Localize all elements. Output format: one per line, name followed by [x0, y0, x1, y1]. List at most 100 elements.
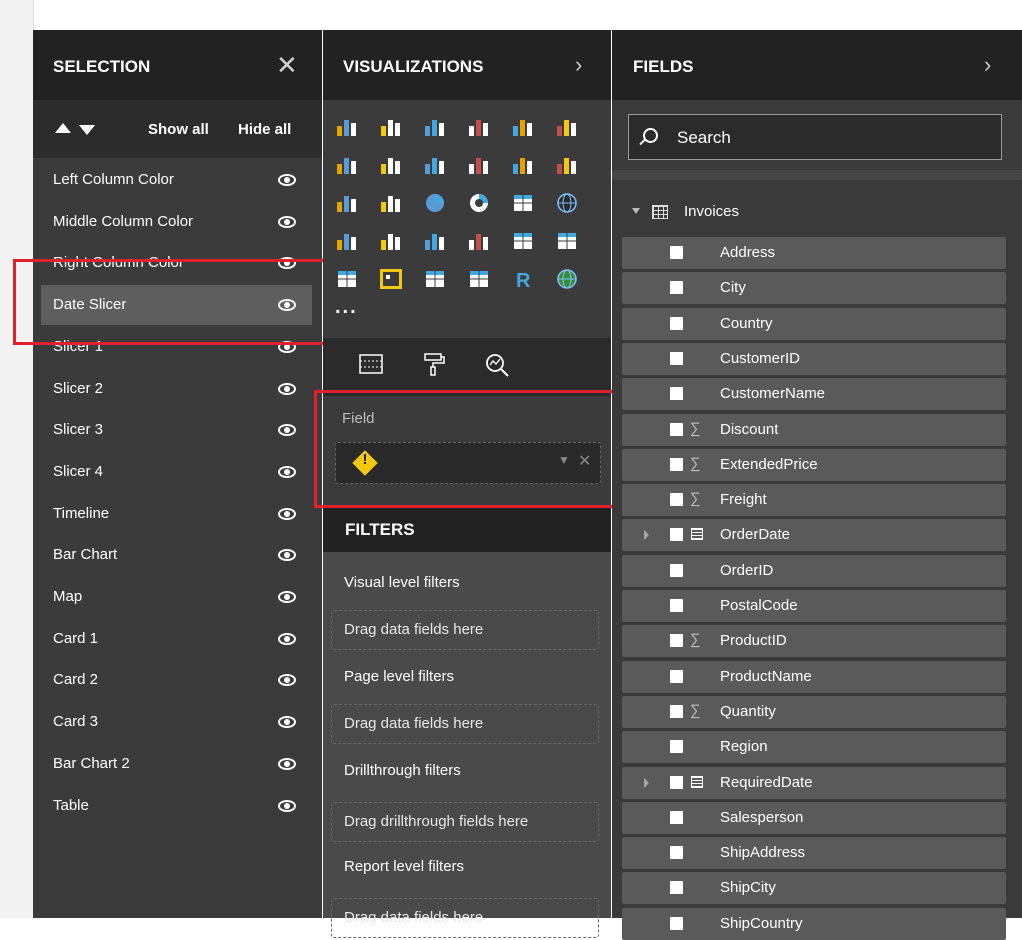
field-item[interactable]: Address	[622, 237, 1006, 269]
donut-visual-icon[interactable]	[467, 192, 491, 214]
search-input[interactable]	[675, 127, 979, 149]
field-item[interactable]: ∑ Discount	[622, 413, 1006, 446]
field-checkbox[interactable]	[670, 775, 683, 789]
field-item[interactable]: ShipAddress	[622, 837, 1006, 870]
selection-item[interactable]: Middle Column Color	[33, 202, 322, 242]
stacked-bar-visual-icon[interactable]	[335, 116, 359, 138]
field-item[interactable]: OrderDate	[622, 519, 1006, 552]
report-level-dropzone[interactable]: Drag data fields here	[331, 898, 599, 938]
r-visual-visual-icon[interactable]: R	[511, 268, 535, 292]
field-checkbox[interactable]	[670, 351, 683, 365]
field-item[interactable]: ∑ Quantity	[622, 695, 1006, 728]
field-item[interactable]: PostalCode	[622, 590, 1006, 622]
stacked-column-visual-icon[interactable]	[379, 116, 403, 138]
filled-map-visual-icon[interactable]	[335, 230, 359, 252]
scatter-visual-icon[interactable]	[379, 192, 403, 214]
table-visual-icon[interactable]	[423, 268, 447, 290]
eye-icon[interactable]	[278, 215, 296, 228]
clustered-bar-visual-icon[interactable]	[423, 116, 447, 138]
eye-icon[interactable]	[278, 174, 296, 186]
100-bar-visual-icon[interactable]	[511, 116, 535, 138]
100-column-visual-icon[interactable]	[555, 116, 579, 138]
eye-icon[interactable]	[278, 757, 296, 770]
eye-icon[interactable]	[278, 591, 296, 603]
visual-level-dropzone[interactable]: Drag data fields here	[331, 610, 599, 650]
waterfall-visual-icon[interactable]	[335, 192, 359, 214]
analytics-magnifier-icon[interactable]	[483, 351, 511, 379]
field-item[interactable]: CustomerID	[622, 342, 1006, 375]
drillthrough-dropzone[interactable]: Drag drillthrough fields here	[331, 802, 599, 842]
table-node-invoices[interactable]: Invoices	[612, 195, 1022, 229]
line-column-visual-icon[interactable]	[467, 154, 491, 176]
selection-item[interactable]: Card 3	[33, 702, 322, 742]
card-visual-icon[interactable]	[511, 230, 535, 252]
stacked-area-visual-icon[interactable]	[423, 154, 447, 176]
field-item[interactable]: ∑ ExtendedPrice	[622, 448, 1006, 481]
expand-triangle-icon[interactable]	[632, 208, 640, 214]
selection-item[interactable]: Slicer 4	[33, 452, 322, 492]
pie-visual-icon[interactable]	[423, 192, 447, 214]
field-item[interactable]: Salesperson	[622, 801, 1006, 834]
eye-icon[interactable]	[278, 382, 296, 395]
field-checkbox[interactable]	[670, 704, 683, 718]
selection-item[interactable]: Table	[33, 786, 322, 826]
treemap-visual-icon[interactable]	[511, 192, 535, 214]
kpi-visual-icon[interactable]	[335, 268, 359, 290]
eye-icon[interactable]	[278, 465, 296, 478]
eye-icon[interactable]	[278, 716, 296, 729]
expand-triangle-icon[interactable]	[644, 530, 649, 541]
map-visual-icon[interactable]	[555, 192, 579, 214]
field-checkbox[interactable]	[670, 740, 683, 754]
selection-item[interactable]: Bar Chart	[33, 535, 322, 575]
bring-forward-icon[interactable]	[55, 123, 71, 133]
selection-item[interactable]: Timeline	[33, 494, 322, 534]
slicer-visual-icon[interactable]	[379, 268, 403, 290]
hide-all-button[interactable]: Hide all	[238, 121, 291, 138]
field-item[interactable]: RequiredDate	[622, 766, 1006, 799]
matrix-visual-icon[interactable]	[467, 268, 491, 290]
field-checkbox[interactable]	[670, 881, 683, 895]
chevron-right-icon[interactable]: ›	[575, 52, 582, 78]
field-checkbox[interactable]	[670, 528, 683, 542]
field-checkbox[interactable]	[670, 563, 683, 577]
selection-item[interactable]: Card 2	[33, 660, 322, 700]
area-visual-icon[interactable]	[379, 154, 403, 176]
field-item[interactable]: ProductName	[622, 660, 1006, 693]
field-checkbox[interactable]	[670, 316, 683, 330]
field-checkbox[interactable]	[670, 387, 683, 401]
field-checkbox[interactable]	[670, 634, 683, 648]
format-paint-roller-icon[interactable]	[420, 351, 448, 379]
field-checkbox[interactable]	[670, 246, 683, 259]
shape-map-visual-icon[interactable]	[379, 230, 403, 252]
field-checkbox[interactable]	[670, 493, 683, 507]
field-item[interactable]: ShipCountry	[622, 907, 1006, 940]
eye-icon[interactable]	[278, 632, 296, 645]
field-checkbox[interactable]	[670, 599, 683, 612]
field-item[interactable]: ∑ Freight	[622, 484, 1006, 517]
field-item[interactable]: ShipCity	[622, 872, 1006, 905]
field-item[interactable]: Country	[622, 307, 1006, 340]
gauge-visual-icon[interactable]	[467, 230, 491, 252]
line-clustered-visual-icon[interactable]	[511, 154, 535, 176]
fields-well-icon[interactable]	[357, 351, 385, 379]
multi-row-card-visual-icon[interactable]	[555, 230, 579, 252]
selection-item[interactable]: Slicer 2	[33, 369, 322, 409]
eye-icon[interactable]	[278, 424, 296, 437]
close-icon[interactable]: ✕	[276, 50, 298, 81]
ribbon-visual-icon[interactable]	[555, 154, 579, 176]
field-checkbox[interactable]	[670, 457, 683, 471]
field-checkbox[interactable]	[670, 916, 683, 930]
clustered-column-visual-icon[interactable]	[467, 116, 491, 138]
globe-visual-icon[interactable]	[555, 268, 579, 290]
selection-item[interactable]: Map	[33, 577, 322, 617]
show-all-button[interactable]: Show all	[148, 121, 209, 138]
expand-triangle-icon[interactable]	[644, 777, 649, 788]
field-item[interactable]: City	[622, 272, 1006, 305]
field-checkbox[interactable]	[670, 810, 683, 824]
eye-icon[interactable]	[278, 799, 296, 812]
chevron-right-icon[interactable]: ›	[984, 52, 991, 78]
eye-icon[interactable]	[278, 507, 296, 520]
selection-item[interactable]: Slicer 3	[33, 410, 322, 450]
send-backward-icon[interactable]	[79, 125, 95, 135]
eye-icon[interactable]	[278, 549, 296, 562]
